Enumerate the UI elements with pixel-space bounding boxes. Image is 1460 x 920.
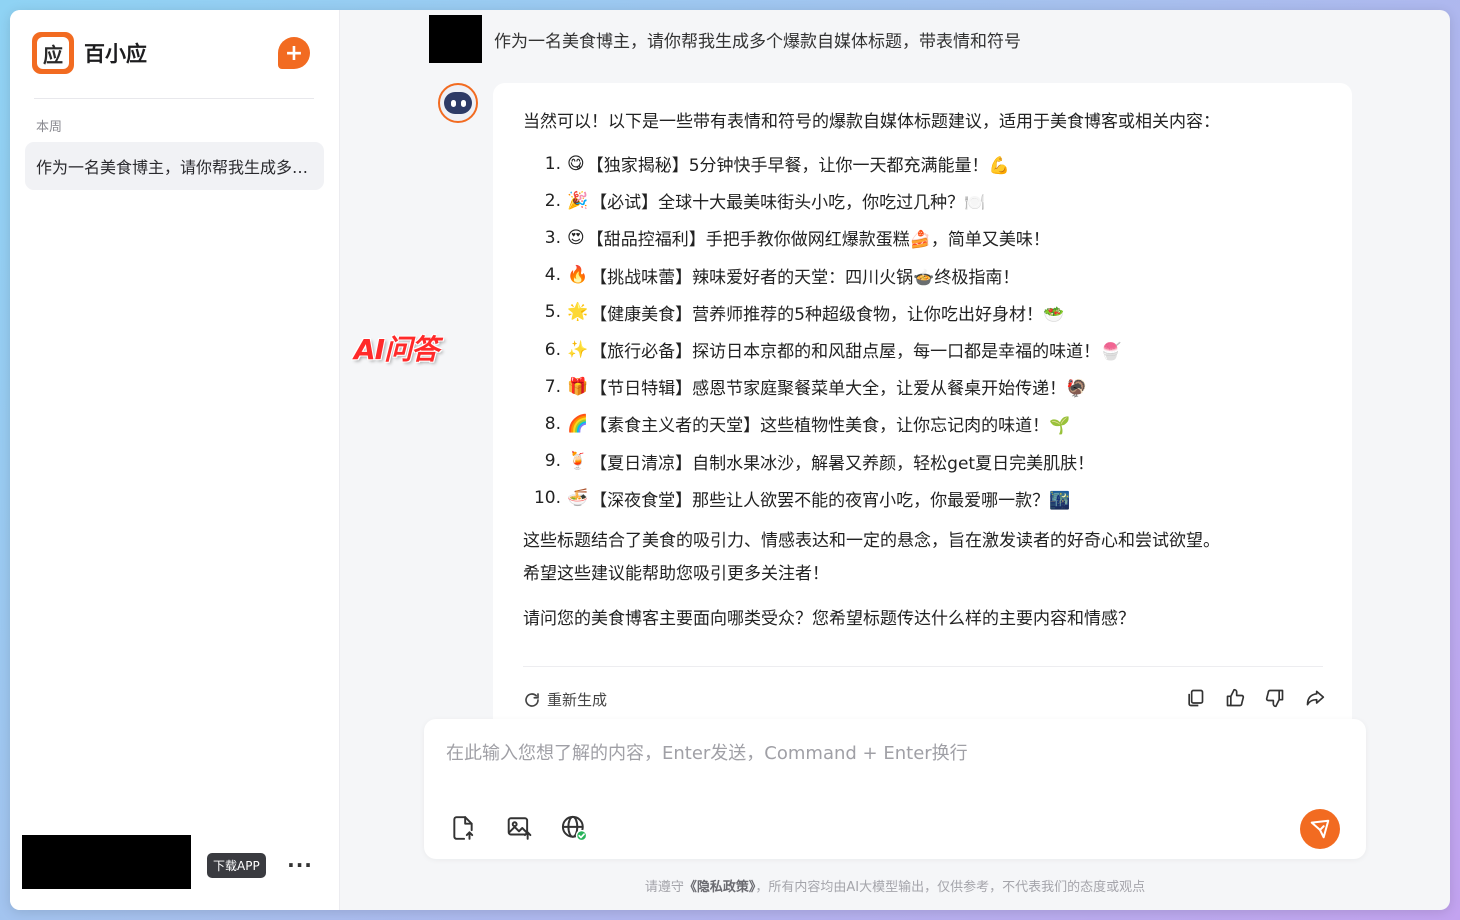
list-item: 1. 😋 【独家揭秘】5分钟快手早餐，让你一天都充满能量！💪 bbox=[544, 153, 1010, 177]
user-avatar bbox=[429, 15, 482, 63]
thumbs-down-icon bbox=[1265, 689, 1284, 708]
list-item: 7. 🎁 【节日特辑】感恩节家庭聚餐菜单大全，让爱从餐桌开始传递！🦃 bbox=[544, 376, 1088, 400]
bot-avatar bbox=[438, 83, 478, 123]
emoji: 🌟 bbox=[567, 302, 589, 323]
history-item-title: 作为一名美食博主，请你帮我生成多个爆款自媒体标题，带表情和符号 bbox=[36, 158, 313, 177]
copy-button[interactable] bbox=[1184, 687, 1206, 709]
app-logo-char: 应 bbox=[37, 37, 69, 69]
refresh-icon bbox=[525, 692, 539, 707]
more-options-button[interactable]: ··· bbox=[287, 853, 312, 877]
chat-input[interactable] bbox=[446, 739, 1326, 769]
emoji: 🌈 bbox=[567, 413, 589, 434]
like-button[interactable] bbox=[1224, 687, 1246, 709]
dislike-button[interactable] bbox=[1264, 687, 1286, 709]
send-icon bbox=[1310, 819, 1330, 839]
sidebar: 应 百小应 + 本周 作为一名美食博主，请你帮我生成多个爆款自媒体标题，带表情和… bbox=[10, 10, 340, 910]
list-item: 6. ✨ 【旅行必备】探访日本京都的和风甜点屋，每一口都是幸福的味道！🍧 bbox=[544, 339, 1122, 363]
list-item: 9. 🍹 【夏日清凉】自制水果冰沙，解暑又养颜，轻松get夏日完美肌肤！ bbox=[544, 451, 1095, 474]
disclaimer: 请遵守《隐私政策》，所有内容均由AI大模型输出，仅供参考，不代表我们的态度或观点 bbox=[644, 880, 1146, 895]
new-chat-button[interactable]: + bbox=[278, 37, 310, 69]
ai-qa-overlay-label: AI问答 bbox=[354, 333, 439, 366]
user-message: 作为一名美食博主，请你帮我生成多个爆款自媒体标题，带表情和符号 bbox=[494, 32, 1021, 52]
robot-icon bbox=[444, 92, 472, 114]
globe-check-icon bbox=[561, 815, 588, 842]
upload-image-button[interactable] bbox=[504, 813, 534, 843]
emoji: 😍 bbox=[567, 227, 585, 248]
history-section-label: 本周 bbox=[36, 120, 63, 135]
emoji: 😋 bbox=[567, 153, 585, 174]
image-upload-icon bbox=[507, 817, 532, 840]
answer-intro: 当然可以！以下是一些带有表情和符号的爆款自媒体标题建议，适用于美食博客或相关内容… bbox=[523, 112, 1220, 132]
app-logo: 应 bbox=[32, 32, 74, 74]
chat-input-box bbox=[424, 719, 1366, 859]
list-item: 2. 🎉 【必试】全球十大最美味街头小吃，你吃过几种？🍽️ bbox=[544, 190, 986, 214]
answer-summary-line2: 希望这些建议能帮助您吸引更多关注者！ bbox=[523, 563, 829, 584]
share-icon bbox=[1306, 690, 1325, 706]
file-upload-icon bbox=[453, 816, 474, 840]
emoji: ✨ bbox=[567, 339, 589, 360]
list-item: 5. 🌟 【健康美食】营养师推荐的5种超级食物，让你吃出好身材！🥗 bbox=[544, 302, 1065, 325]
copy-icon bbox=[1188, 689, 1204, 707]
user-account-redacted[interactable] bbox=[22, 835, 191, 889]
share-button[interactable] bbox=[1304, 687, 1326, 709]
title-list: 1. 😋 【独家揭秘】5分钟快手早餐，让你一天都充满能量！💪 2. 🎉 【必试】全球十大… bbox=[523, 145, 1322, 517]
emoji: 🎉 bbox=[567, 190, 589, 211]
privacy-policy-link[interactable]: 《隐私政策》 bbox=[684, 880, 756, 895]
upload-file-button[interactable] bbox=[448, 813, 478, 843]
emoji: 🍜 bbox=[567, 488, 589, 509]
list-item: 8. 🌈 【素食主义者的天堂】这些植物性美食，让你忘记肉的味道！🌱 bbox=[544, 413, 1071, 437]
list-item: 4. 🔥 【挑战味蕾】辣味爱好者的天堂：四川火锅🍲终极指南！ bbox=[544, 265, 1020, 288]
thumbs-up-icon bbox=[1226, 688, 1245, 707]
sidebar-divider bbox=[34, 98, 314, 99]
emoji: 🍹 bbox=[567, 451, 589, 472]
emoji: 🔥 bbox=[567, 265, 589, 286]
regenerate-label: 重新生成 bbox=[547, 691, 608, 709]
app-name: 百小应 bbox=[84, 42, 147, 66]
answer-actions bbox=[1184, 687, 1326, 709]
web-search-toggle[interactable] bbox=[559, 813, 589, 843]
list-item: 10. 🍜 【深夜食堂】那些让人欲罢不能的夜宵小吃，你最爱哪一款？🌃 bbox=[533, 488, 1071, 511]
app-window: 应 百小应 + 本周 作为一名美食博主，请你帮我生成多个爆款自媒体标题，带表情和… bbox=[10, 10, 1450, 910]
list-item: 3. 😍 【甜品控福利】手把手教你做网红爆款蛋糕🍰，简单又美味！ bbox=[544, 227, 1050, 251]
regenerate-button[interactable]: 重新生成 bbox=[523, 689, 607, 710]
history-item[interactable]: 作为一名美食博主，请你帮我生成多个爆款自媒体标题，带表情和符号 bbox=[25, 142, 324, 190]
answer-summary-line1: 这些标题结合了美食的吸引力、情感表达和一定的悬念，旨在激发读者的好奇心和尝试欲望… bbox=[523, 530, 1220, 551]
emoji: 🎁 bbox=[567, 376, 589, 397]
send-button[interactable] bbox=[1300, 809, 1340, 849]
answer-follow-up-question: 请问您的美食博客主要面向哪类受众？您希望标题传达什么样的主要内容和情感？ bbox=[523, 608, 1135, 629]
ai-answer-card: 当然可以！以下是一些带有表情和符号的爆款自媒体标题建议，适用于美食博客或相关内容… bbox=[493, 83, 1352, 723]
download-app-button[interactable]: 下载APP bbox=[207, 853, 266, 878]
brand: 应 百小应 bbox=[32, 32, 147, 74]
answer-divider bbox=[523, 666, 1323, 667]
